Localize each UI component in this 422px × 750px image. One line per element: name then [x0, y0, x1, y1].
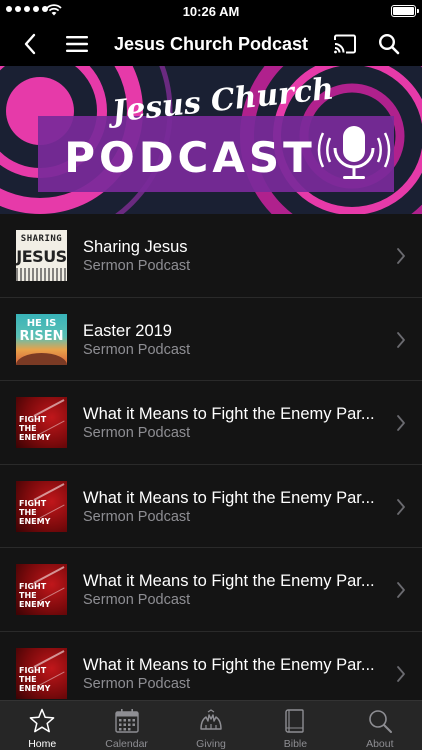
chevron-right-icon [397, 248, 405, 264]
episode-subtitle: Sermon Podcast [83, 675, 191, 692]
episode-title: What it Means to Fight the Enemy Par... [83, 655, 375, 674]
episode-artwork: FIGHT THE ENEMY [16, 564, 67, 615]
search-icon [378, 33, 400, 55]
chevron-left-icon [24, 33, 36, 55]
episode-artwork: HE IS RISEN [16, 313, 67, 365]
episode-artwork: FIGHT THE ENEMY [16, 480, 67, 532]
banner-artwork: Jesus Church PODCAST [0, 66, 422, 214]
bible-book-icon [285, 709, 305, 733]
tab-giving[interactable]: Giving [169, 701, 253, 750]
cast-button[interactable] [329, 28, 361, 60]
episode-title: What it Means to Fight the Enemy Par... [83, 405, 375, 423]
giving-hands-icon [200, 709, 222, 730]
chevron-right-icon [397, 331, 405, 348]
status-time: 10:26 AM [182, 4, 240, 19]
chevron-right-icon [397, 582, 405, 598]
list-item[interactable]: SHARING JESUS Sharing Jesus Sermon Podca… [0, 214, 422, 298]
episode-title: Sharing Jesus [83, 238, 188, 256]
list-item[interactable]: FIGHT THE ENEMY What it Means to Fight th… [0, 631, 422, 700]
tab-label: Home [28, 738, 57, 750]
tab-label: Bible [283, 738, 308, 750]
menu-button[interactable] [61, 28, 93, 60]
battery-icon [391, 5, 419, 17]
episode-subtitle: Sermon Podcast [83, 425, 191, 441]
hamburger-menu-icon [66, 36, 88, 52]
episode-title: What it Means to Fight the Enemy Par... [83, 488, 375, 507]
podcast-banner: Jesus Church PODCAST [0, 66, 422, 214]
search-button[interactable] [373, 28, 405, 60]
episode-list: SHARING JESUS Sharing Jesus Sermon Podca… [0, 214, 422, 700]
list-item[interactable]: FIGHT THE ENEMY What it Means to Fight th… [0, 381, 422, 465]
episode-title: Easter 2019 [83, 321, 172, 340]
episode-artwork: SHARING JESUS [16, 230, 67, 281]
episode-title: What it Means to Fight the Enemy Par... [83, 572, 375, 590]
episode-subtitle: Sermon Podcast [83, 258, 191, 274]
tab-label: About [366, 738, 394, 750]
banner-main-text: PODCAST [64, 133, 316, 182]
episode-artwork: FIGHT THE ENEMY [16, 397, 67, 448]
tab-label: Giving [196, 738, 226, 750]
tab-calendar[interactable]: Calendar [84, 701, 168, 750]
star-icon [29, 708, 55, 733]
chevron-right-icon [397, 665, 405, 682]
navigation-bar: Jesus Church Podcast [0, 22, 422, 66]
chevron-right-icon [397, 498, 405, 515]
back-button[interactable] [14, 28, 46, 60]
chevron-right-icon [397, 415, 405, 431]
tab-about[interactable]: About [338, 701, 422, 750]
status-bar: 10:26 AM [0, 0, 422, 22]
cast-icon [334, 34, 356, 54]
episode-artwork: FIGHT THE ENEMY [16, 647, 67, 699]
tab-bible[interactable]: Bible [253, 701, 337, 750]
list-item[interactable]: FIGHT THE ENEMY What it Means to Fight th… [0, 464, 422, 548]
episode-subtitle: Sermon Podcast [83, 508, 191, 525]
tab-home[interactable]: Home [0, 701, 84, 750]
episode-subtitle: Sermon Podcast [83, 592, 191, 608]
tab-bar: Home Calendar Giving Bible About [0, 700, 422, 750]
tab-label: Calendar [105, 738, 148, 750]
list-item[interactable]: FIGHT THE ENEMY What it Means to Fight th… [0, 548, 422, 632]
list-item[interactable]: HE IS RISEN Easter 2019 Sermon Podcast [0, 297, 422, 381]
about-search-icon [369, 710, 392, 733]
calendar-icon [114, 709, 139, 733]
episode-subtitle: Sermon Podcast [83, 341, 191, 358]
